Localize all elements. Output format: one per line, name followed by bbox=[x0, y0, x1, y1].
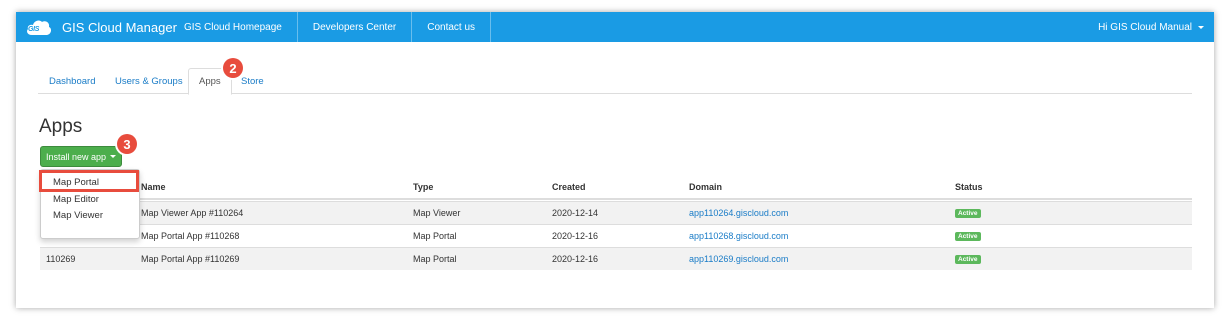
app-name: Map Portal App #110269 bbox=[141, 254, 240, 264]
gis-cloud-logo-icon: GIS bbox=[26, 17, 54, 37]
top-navbar: GIS GIS Cloud Manager GIS Cloud Homepage… bbox=[16, 12, 1214, 42]
app-id: 110269 bbox=[46, 254, 76, 264]
column-header-domain: Domain bbox=[689, 182, 723, 192]
app-type: Map Viewer bbox=[413, 208, 461, 218]
app-created: 2020-12-16 bbox=[552, 254, 599, 264]
column-header-created: Created bbox=[552, 182, 586, 192]
status-badge: Active bbox=[955, 231, 981, 241]
step-3-callout: 3 bbox=[117, 134, 137, 154]
app-created: 2020-12-16 bbox=[552, 231, 599, 241]
tab-store[interactable]: Store bbox=[241, 68, 264, 94]
app-type: Map Portal bbox=[413, 254, 457, 264]
status-badge: Active bbox=[955, 254, 981, 264]
app-domain-link[interactable]: app110264.giscloud.com bbox=[689, 202, 788, 224]
table-row[interactable]: 110264 Map Viewer App #110264 Map Viewer… bbox=[40, 201, 1192, 224]
install-button-label: Install new app bbox=[45, 151, 107, 162]
install-new-app-button[interactable]: Install new app bbox=[40, 146, 122, 167]
column-header-status: Status bbox=[955, 182, 983, 192]
menu-item-map-viewer[interactable]: Map Viewer bbox=[53, 210, 103, 221]
table-row[interactable]: 110268 Map Portal App #110268 Map Portal… bbox=[40, 224, 1192, 247]
column-header-type: Type bbox=[413, 182, 434, 192]
brand[interactable]: GIS GIS Cloud Manager bbox=[26, 12, 177, 42]
app-type: Map Portal bbox=[413, 231, 457, 241]
app-window: GIS GIS Cloud Manager GIS Cloud Homepage… bbox=[16, 12, 1214, 308]
logo-text: GIS bbox=[28, 26, 40, 33]
app-domain-link[interactable]: app110269.giscloud.com bbox=[689, 248, 788, 270]
table-row[interactable]: 110269 Map Portal App #110269 Map Portal… bbox=[40, 247, 1192, 270]
chevron-down-icon bbox=[1198, 25, 1204, 29]
step-2-callout: 2 bbox=[223, 58, 243, 78]
app-created: 2020-12-14 bbox=[552, 208, 599, 218]
column-header-name: Name bbox=[141, 182, 166, 192]
tab-users-groups[interactable]: Users & Groups bbox=[115, 68, 183, 94]
tab-dashboard[interactable]: Dashboard bbox=[49, 68, 95, 94]
user-greeting: Hi GIS Cloud Manual bbox=[1098, 21, 1192, 33]
status-badge: Active bbox=[955, 208, 981, 218]
nav-link-homepage[interactable]: GIS Cloud Homepage bbox=[172, 12, 298, 42]
page-title: Apps bbox=[39, 116, 83, 137]
table-header: ID Name Type Created Domain Status bbox=[40, 176, 1192, 200]
app-domain-link[interactable]: app110268.giscloud.com bbox=[689, 225, 788, 247]
menu-item-map-editor[interactable]: Map Editor bbox=[53, 194, 99, 205]
map-portal-highlight-box bbox=[39, 170, 139, 192]
app-name: Map Portal App #110268 bbox=[141, 231, 240, 241]
app-name: Map Viewer App #110264 bbox=[141, 208, 244, 218]
user-menu[interactable]: Hi GIS Cloud Manual bbox=[1098, 12, 1204, 42]
tab-bar: Dashboard Users & Groups Apps Store bbox=[38, 68, 1192, 95]
nav-link-developers-center[interactable]: Developers Center bbox=[298, 12, 413, 42]
brand-title[interactable]: GIS Cloud Manager bbox=[62, 20, 177, 35]
chevron-down-icon bbox=[110, 155, 117, 158]
nav-link-contact-us[interactable]: Contact us bbox=[412, 12, 492, 42]
nav-links: GIS Cloud Homepage Developers Center Con… bbox=[172, 12, 492, 42]
